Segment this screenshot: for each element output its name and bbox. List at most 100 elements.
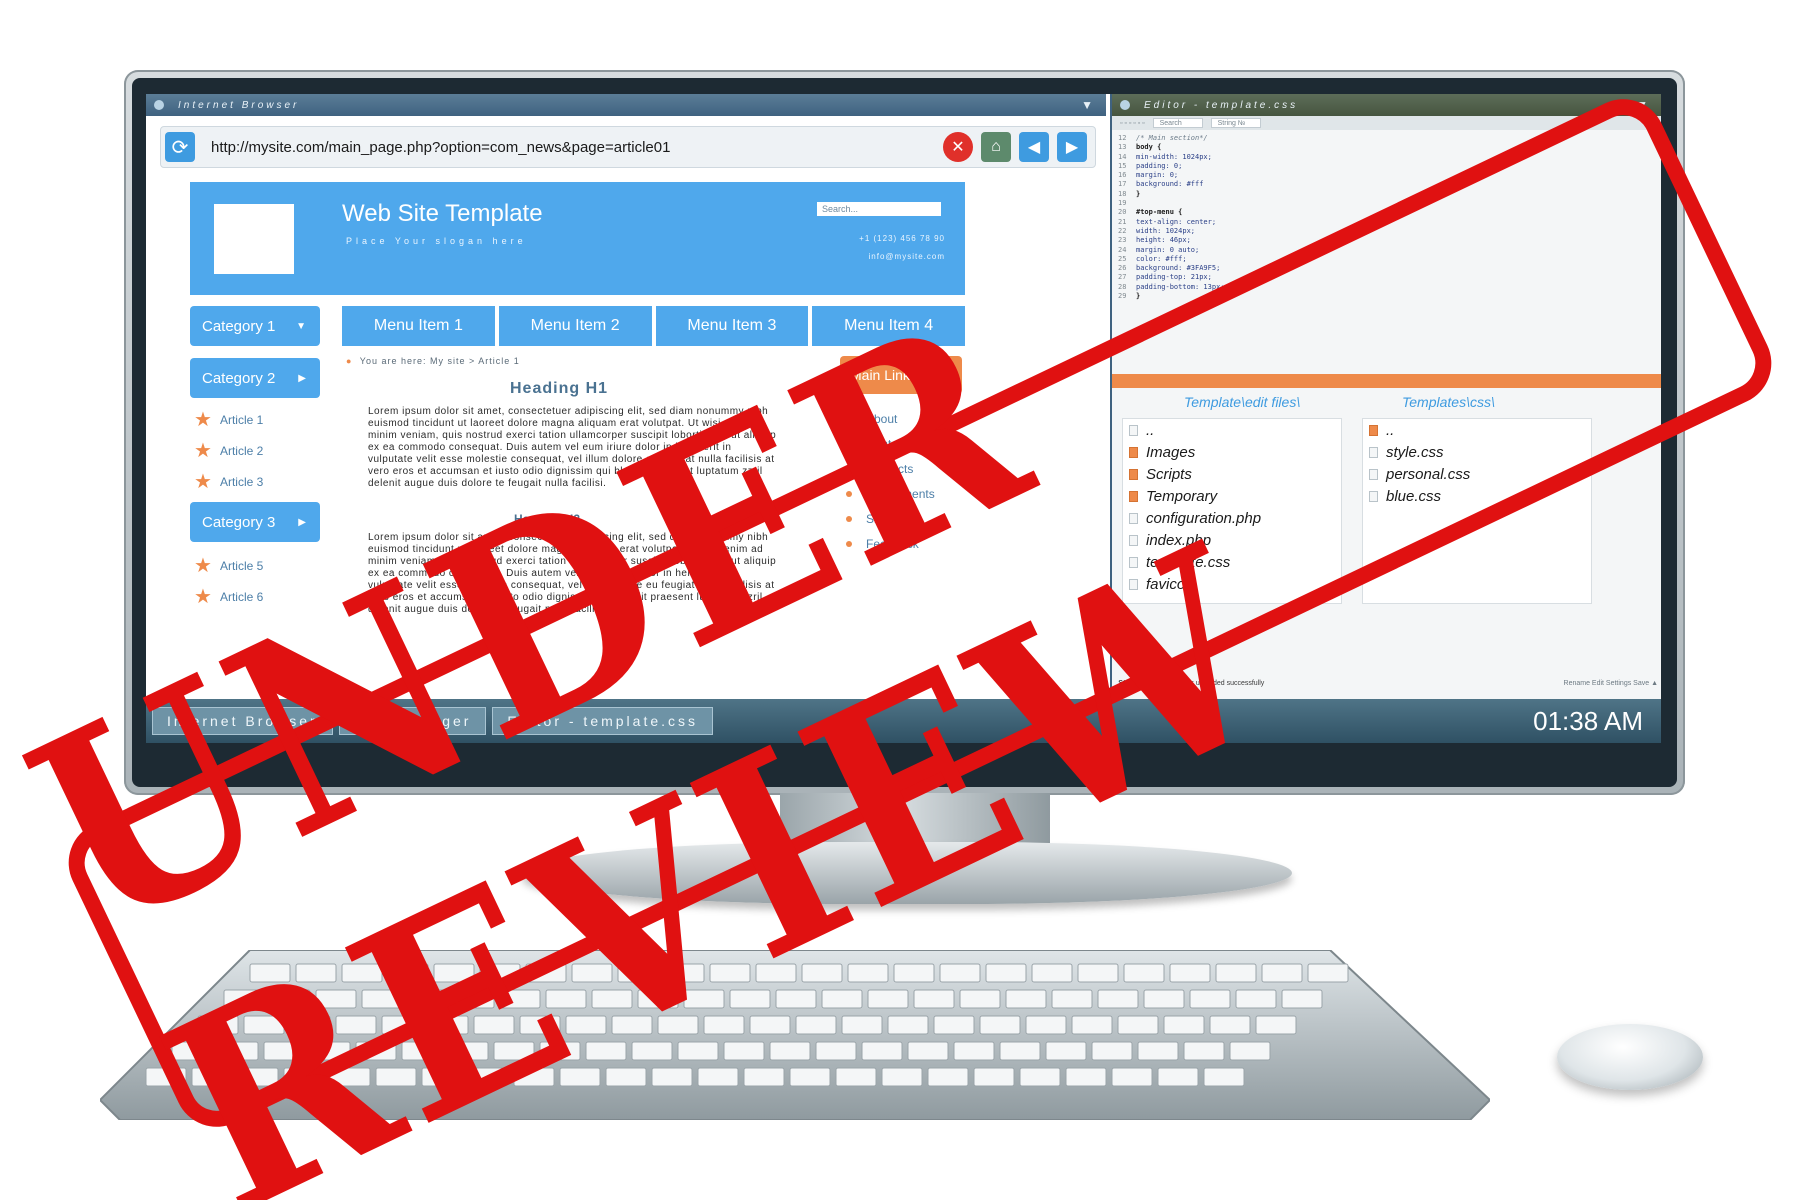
keyboard-key xyxy=(1111,1067,1153,1087)
keyboard-key xyxy=(697,1067,739,1087)
star-icon: ★ xyxy=(194,409,212,431)
keyboard-key xyxy=(1157,1067,1199,1087)
url-field[interactable]: http://mysite.com/main_page.php?option=c… xyxy=(211,139,943,156)
keyboard-key xyxy=(959,989,1001,1009)
keyboard-key xyxy=(1077,963,1119,983)
site-logo-placeholder xyxy=(214,204,294,274)
keyboard-key xyxy=(743,1067,785,1087)
article-link[interactable]: ★ Article 3 xyxy=(194,472,263,492)
breadcrumb-prefix: You are here: xyxy=(359,356,427,366)
chevron-down-icon[interactable]: ▼ xyxy=(1081,98,1096,112)
menu-item-1[interactable]: Menu Item 1 xyxy=(342,306,495,346)
chevron-down-icon: ▼ xyxy=(296,320,306,332)
keyboard-key xyxy=(1137,1041,1179,1061)
keyboard-key xyxy=(1019,1067,1061,1087)
home-icon[interactable]: ⌂ xyxy=(981,132,1011,162)
article-label: Article 2 xyxy=(219,444,264,458)
keyboard-key xyxy=(1229,1041,1271,1061)
star-icon: ★ xyxy=(194,440,212,462)
keyboard-key xyxy=(1307,963,1349,983)
star-icon: ★ xyxy=(194,471,212,493)
site-slogan: Place Your slogan here xyxy=(346,236,527,246)
keyboard-key xyxy=(973,1067,1015,1087)
heading-h1: Heading H1 xyxy=(510,380,609,397)
article-link[interactable]: ★ Article 1 xyxy=(194,410,263,430)
browser-app-icon xyxy=(154,100,164,110)
toolbar-icons[interactable]: ▫ ▫ ▫ ▫ ▫ ▫ xyxy=(1120,120,1145,127)
article-link[interactable]: ★ Article 2 xyxy=(194,441,263,461)
category-3-button[interactable]: Category 3 ▶ xyxy=(190,502,320,542)
keyboard-key xyxy=(1045,1041,1087,1061)
mouse-icon xyxy=(1557,1024,1703,1090)
keyboard-key xyxy=(861,1041,903,1061)
keyboard-key xyxy=(1203,1067,1245,1087)
keyboard-key xyxy=(1255,1015,1297,1035)
site-header: Web Site Template Place Your slogan here… xyxy=(190,182,965,295)
keyboard-key xyxy=(795,1015,837,1035)
star-icon: ★ xyxy=(194,555,212,577)
keyboard-key xyxy=(927,1067,969,1087)
bullet-icon: ● xyxy=(346,356,353,366)
article-label: Article 3 xyxy=(219,475,264,489)
site-phone: +1 (123) 456 78 90 xyxy=(859,234,945,243)
keyboard-key xyxy=(1215,963,1257,983)
back-arrow-icon[interactable]: ◀ xyxy=(1019,132,1049,162)
site-title: Web Site Template xyxy=(342,200,543,227)
keyboard-key xyxy=(881,1067,923,1087)
browser-window-title: Internet Browser xyxy=(178,99,300,111)
editor-app-icon xyxy=(1120,100,1130,110)
breadcrumb-path[interactable]: My site > Article 1 xyxy=(430,356,520,366)
breadcrumb: ● You are here: My site > Article 1 xyxy=(346,356,520,366)
keyboard-key xyxy=(867,989,909,1009)
keyboard-key xyxy=(907,1041,949,1061)
line-number: 14 xyxy=(1118,152,1127,161)
keyboard-key xyxy=(789,1067,831,1087)
keyboard-key xyxy=(1281,989,1323,1009)
category-1-button[interactable]: Category 1 ▼ xyxy=(190,306,320,346)
menu-item-2[interactable]: Menu Item 2 xyxy=(498,306,652,346)
keyboard-key xyxy=(953,1041,995,1061)
category-label: Category 1 xyxy=(202,317,276,335)
editor-search-input[interactable]: Search xyxy=(1152,118,1203,128)
refresh-icon[interactable]: ⟳ xyxy=(165,132,195,162)
status-actions[interactable]: Rename Edit Settings Save ▲ xyxy=(1564,680,1658,687)
keyboard-key xyxy=(1143,989,1185,1009)
keyboard-key xyxy=(1183,1041,1225,1061)
article-label: Article 1 xyxy=(219,413,264,427)
line-number: 12 xyxy=(1118,134,1127,142)
keyboard-key xyxy=(913,989,955,1009)
keyboard-key xyxy=(1025,1015,1067,1035)
keyboard-key xyxy=(985,963,1027,983)
keyboard-key xyxy=(1261,963,1303,983)
keyboard-key xyxy=(887,1015,929,1035)
close-icon[interactable]: ✕ xyxy=(943,132,973,162)
keyboard-key xyxy=(1031,963,1073,983)
category-label: Category 2 xyxy=(202,369,276,387)
keyboard-key xyxy=(1117,1015,1159,1035)
keyboard-key xyxy=(1189,989,1231,1009)
category-2-button[interactable]: Category 2 ▶ xyxy=(190,358,320,398)
site-search-input[interactable]: Search... xyxy=(817,202,941,216)
keyboard-key xyxy=(1005,989,1047,1009)
keyboard-key xyxy=(933,1015,975,1035)
address-bar: ⟳ http://mysite.com/main_page.php?option… xyxy=(160,126,1096,168)
article-label: Article 5 xyxy=(219,559,264,573)
chevron-right-icon: ▶ xyxy=(298,516,306,528)
keyboard-key xyxy=(1071,1015,1113,1035)
line-number: 13 xyxy=(1118,143,1127,152)
keyboard-key xyxy=(979,1015,1021,1035)
article-link[interactable]: ★ Article 5 xyxy=(194,556,263,576)
keyboard-key xyxy=(1097,989,1139,1009)
taskbar-clock: 01:38 AM xyxy=(1533,705,1643,736)
keyboard-key xyxy=(835,1067,877,1087)
keyboard-key xyxy=(1065,1067,1107,1087)
browser-title-bar[interactable]: Internet Browser ▼ xyxy=(146,94,1106,116)
forward-arrow-icon[interactable]: ▶ xyxy=(1057,132,1087,162)
keyboard-key xyxy=(999,1041,1041,1061)
keyboard-key xyxy=(769,1041,811,1061)
keyboard-key xyxy=(1051,989,1093,1009)
keyboard-key xyxy=(1169,963,1211,983)
star-icon: ★ xyxy=(194,586,212,608)
keyboard-key xyxy=(1235,989,1277,1009)
keyboard-key xyxy=(1209,1015,1251,1035)
